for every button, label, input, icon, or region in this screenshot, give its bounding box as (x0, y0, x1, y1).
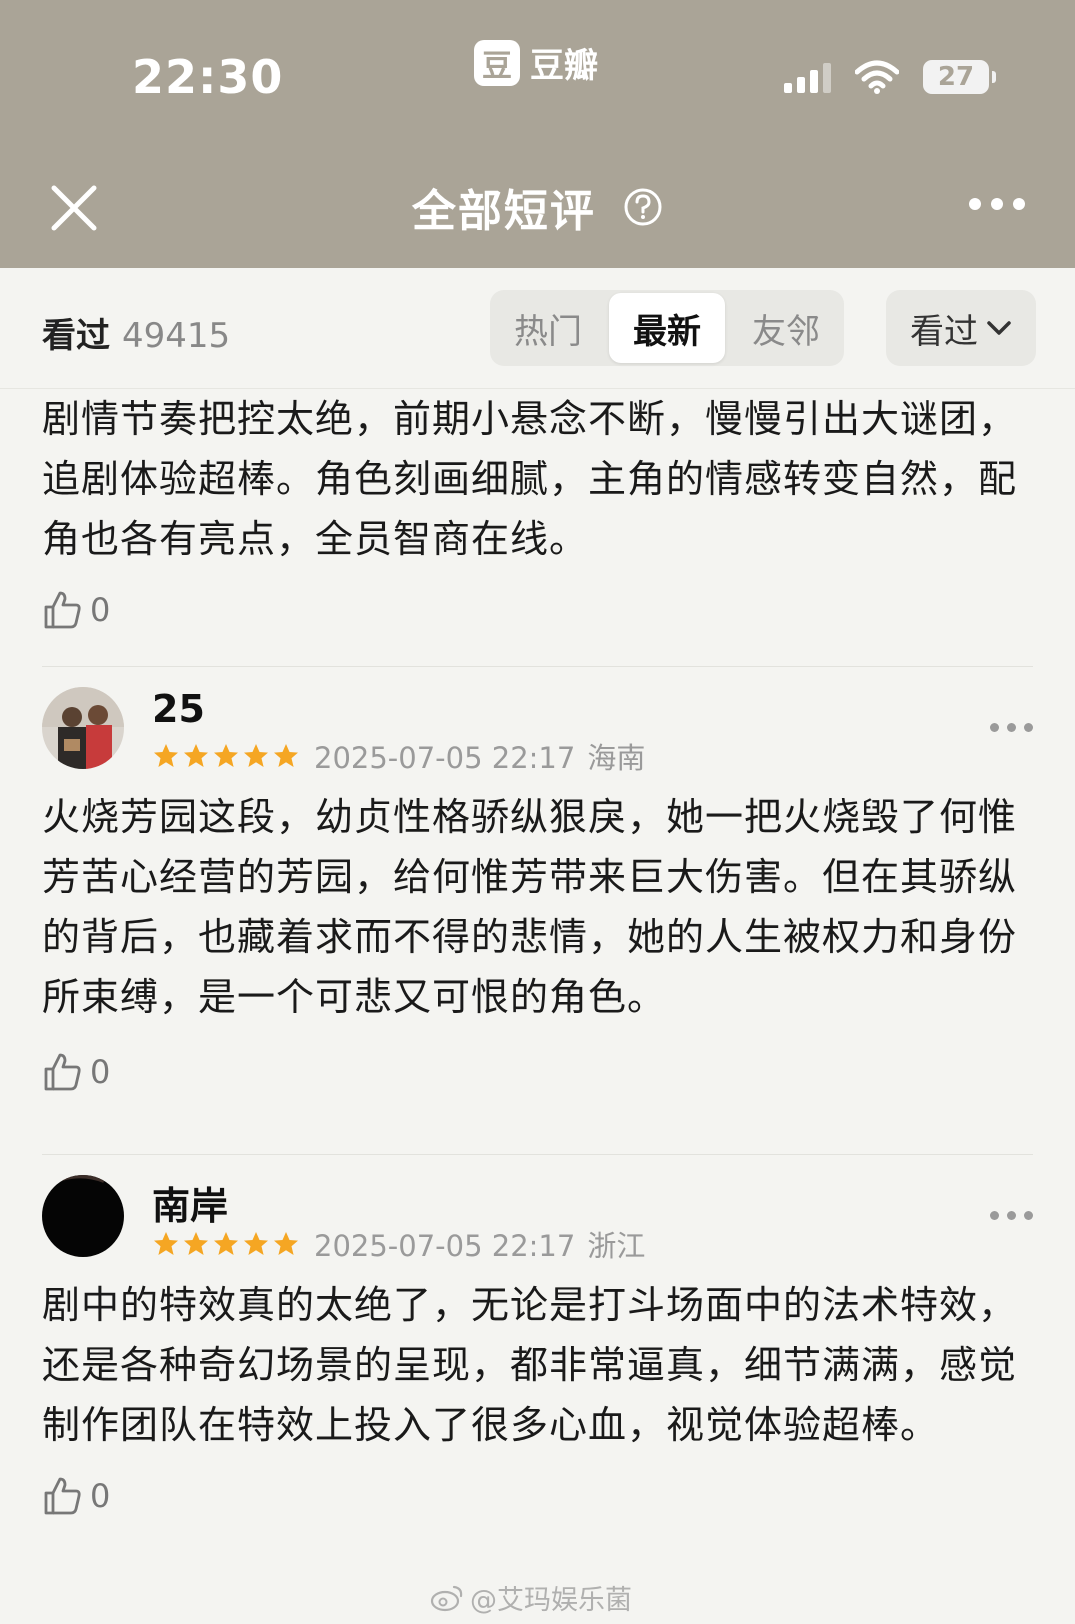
douban-logo-icon: 豆 (474, 39, 520, 86)
more-dot (990, 1211, 999, 1220)
star-icon (214, 744, 238, 767)
user-name[interactable]: 25 (152, 687, 205, 731)
like-button[interactable]: 0 (42, 1037, 1033, 1107)
watched-number: 49415 (122, 316, 231, 356)
more-dot (991, 198, 1003, 210)
thumbs-up-icon (44, 1477, 81, 1515)
filter-bar: 看过 49415 热门 最新 友邻 看过 (0, 268, 1075, 389)
comment-body: 剧情节奏把控太绝，前期小悬念不断，慢慢引出大谜团，追剧体验超棒。角色刻画细腻，主… (42, 397, 1018, 561)
comment-more-button[interactable] (990, 723, 1033, 732)
star-icon (214, 1232, 238, 1255)
header: 22:30 豆 豆瓣 27 全部短评 (0, 0, 1075, 268)
star-icon (154, 744, 178, 767)
star-icon (154, 1232, 178, 1255)
chevron-down-icon (987, 321, 1011, 335)
app-badge: 豆 豆瓣 (474, 38, 598, 87)
watched-filter-dropdown[interactable]: 看过 (886, 290, 1036, 366)
dropdown-label: 看过 (910, 311, 978, 352)
more-options-button[interactable] (969, 198, 1025, 210)
more-dot (1007, 1211, 1016, 1220)
avatar[interactable] (42, 687, 124, 769)
comment-date-region: 2025-07-05 22:17 海南 (314, 735, 645, 777)
comment-region: 海南 (587, 741, 646, 775)
comment-region: 浙江 (587, 1229, 646, 1263)
comment-item: 剧情节奏把控太绝，前期小悬念不断，慢慢引出大谜团，追剧体验超棒。角色刻画细腻，主… (0, 389, 1075, 667)
comment-date-region: 2025-07-05 22:17 浙江 (314, 1223, 645, 1265)
more-dot (969, 198, 981, 210)
more-dot (1007, 723, 1016, 732)
sort-tabs: 热门 最新 友邻 (490, 290, 844, 366)
watched-label: 看过 (42, 316, 110, 356)
star-icon (274, 1232, 298, 1255)
comment-meta: 2025-07-05 22:17 海南 (152, 735, 645, 777)
more-dot (1024, 723, 1033, 732)
comment-item: 南岸 2025-07-05 22:17 浙江 剧中的特效真的太绝了，无论是打斗场… (0, 1155, 1075, 1624)
page-title-text: 全部短评 (411, 186, 596, 237)
thumbs-up-icon (44, 1053, 81, 1091)
like-button[interactable]: 0 (42, 1461, 1033, 1531)
star-icon (244, 744, 268, 767)
rating-stars (152, 1230, 300, 1258)
comment-list: 剧情节奏把控太绝，前期小悬念不断，慢慢引出大谜团，追剧体验超棒。角色刻画细腻，主… (0, 389, 1075, 1624)
more-dot (990, 723, 999, 732)
watermark-text: @艾玛娱乐菌 (470, 1585, 632, 1616)
page-title: 全部短评 (0, 175, 1075, 239)
app-screen: 22:30 豆 豆瓣 27 全部短评 看过 49415 热门 最新 友邻 看过 … (0, 0, 1075, 1624)
thumbs-up-icon (44, 591, 81, 629)
tab-latest[interactable]: 最新 (609, 293, 725, 363)
avatar-photo (42, 1175, 124, 1257)
star-icon (184, 1232, 208, 1255)
comment-date: 2025-07-05 22:17 (314, 741, 576, 775)
app-name: 豆瓣 (530, 46, 598, 86)
comment-date: 2025-07-05 22:17 (314, 1229, 576, 1263)
battery-indicator: 27 (923, 60, 996, 94)
comment-header: 25 2025-07-05 22:17 海南 (42, 667, 1033, 777)
cellular-signal-icon (784, 61, 831, 93)
more-dot (1024, 1211, 1033, 1220)
star-icon (274, 744, 298, 767)
weibo-icon (430, 1585, 463, 1611)
star-icon (244, 1232, 268, 1255)
comment-meta: 2025-07-05 22:17 浙江 (152, 1223, 645, 1265)
avatar[interactable] (42, 1175, 124, 1257)
status-icons: 27 (784, 60, 996, 94)
comment-more-button[interactable] (990, 1211, 1033, 1220)
star-icon (184, 744, 208, 767)
watched-count: 看过 49415 (42, 308, 230, 357)
avatar-photo (42, 687, 124, 769)
user-name[interactable]: 南岸 (152, 1175, 228, 1230)
comment-body: 剧中的特效真的太绝了，无论是打斗场面中的法术特效，还是各种奇幻场景的呈现，都非常… (42, 1283, 1018, 1447)
like-count: 0 (90, 1477, 111, 1515)
like-count: 0 (90, 1053, 111, 1091)
question-circle-icon[interactable] (623, 187, 663, 227)
comment-body: 火烧芳园这段，幼贞性格骄纵狠戾，她一把火烧毁了何惟芳苦心经营的芳园，给何惟芳带来… (42, 795, 1018, 1019)
like-button[interactable]: 0 (42, 575, 1033, 645)
comment-header: 南岸 2025-07-05 22:17 浙江 (42, 1155, 1033, 1265)
tab-hot[interactable]: 热门 (490, 290, 606, 366)
tab-friends[interactable]: 友邻 (728, 290, 844, 366)
more-dot (1013, 198, 1025, 210)
watermark: @艾玛娱乐菌 (430, 1578, 632, 1617)
comment-item: 25 2025-07-05 22:17 海南 火烧芳园这段，幼贞性格骄纵狠戾，她… (0, 667, 1075, 1155)
wifi-icon (855, 60, 899, 94)
status-time: 22:30 (132, 50, 284, 104)
like-count: 0 (90, 591, 111, 629)
rating-stars (152, 742, 300, 770)
